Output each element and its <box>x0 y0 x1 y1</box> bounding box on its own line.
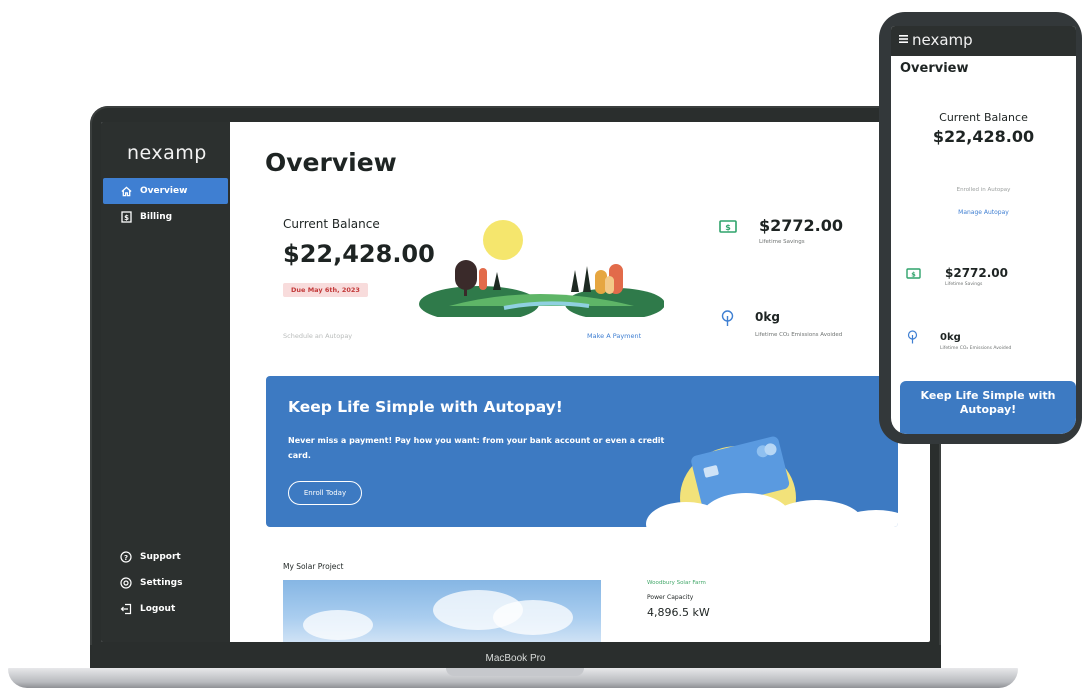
power-capacity-label: Power Capacity <box>647 594 694 601</box>
phone-screen: nexamp Overview Current Balance $22,428.… <box>891 26 1076 434</box>
phone-savings-label: Lifetime Savings <box>945 282 983 287</box>
svg-text:$: $ <box>911 271 916 279</box>
svg-text:$: $ <box>725 223 731 232</box>
phone-co2-value: 0kg <box>940 332 961 343</box>
tree-icon <box>721 310 734 326</box>
laptop-notch <box>446 668 584 676</box>
solar-site-name[interactable]: Woodbury Solar Farm <box>647 580 706 586</box>
banner-body: Never miss a payment! Pay how you want: … <box>288 436 665 460</box>
solar-project-photo <box>283 580 601 642</box>
phone-co2-label: Lifetime CO₂ Emissions Avoided <box>940 346 1012 351</box>
phone-savings-value: $2772.00 <box>945 266 1009 280</box>
money-icon: $ <box>719 220 737 233</box>
laptop-screen: nexamp Overview $ Billing ? Support Sett… <box>101 122 930 642</box>
lifetime-savings-value: $2772.00 <box>759 216 844 235</box>
power-capacity-value: 4,896.5 kW <box>647 606 710 619</box>
phone-topbar: nexamp <box>891 26 1076 56</box>
money-icon: $ <box>906 268 921 279</box>
help-icon: ? <box>119 550 133 564</box>
sidebar-item-billing[interactable]: $ Billing <box>103 204 228 230</box>
sidebar-item-settings[interactable]: Settings <box>103 570 228 596</box>
current-balance-label: Current Balance <box>283 217 380 231</box>
sidebar-item-label: Support <box>140 552 181 562</box>
autopay-enrolled-text: Enrolled in Autopay <box>956 187 1011 193</box>
sidebar-item-label: Settings <box>140 578 183 588</box>
landscape-illustration <box>419 220 664 317</box>
solar-project-label: My Solar Project <box>283 562 344 571</box>
page-title: Overview <box>265 148 397 177</box>
sidebar-item-label: Overview <box>140 186 188 196</box>
co2-avoided-value: 0kg <box>755 310 780 324</box>
manage-autopay-link[interactable]: Manage Autopay <box>891 209 1076 216</box>
hamburger-menu-icon[interactable] <box>899 35 908 43</box>
logout-icon <box>119 602 133 616</box>
sidebar-item-logout[interactable]: Logout <box>103 596 228 622</box>
sidebar: nexamp Overview $ Billing ? Support Sett… <box>101 122 230 642</box>
co2-avoided-label: Lifetime CO₂ Emissions Avoided <box>755 332 843 338</box>
make-payment-link[interactable]: Make A Payment <box>587 332 641 340</box>
credit-card-illustration <box>646 436 898 527</box>
tree-icon <box>907 330 918 344</box>
sidebar-item-label: Billing <box>140 212 173 222</box>
nexamp-logo[interactable]: nexamp <box>912 31 973 49</box>
phone-page-title: Overview <box>900 61 969 76</box>
phone-balance-label: Current Balance <box>939 111 1028 124</box>
svg-text:?: ? <box>124 554 128 562</box>
banner-title: Keep Life Simple with Autopay! <box>288 398 563 416</box>
autopay-banner: Keep Life Simple with Autopay! Never mis… <box>266 376 898 527</box>
current-balance-amount: $22,428.00 <box>283 240 435 268</box>
phone-autopay-banner[interactable]: Keep Life Simple with Autopay! <box>900 381 1076 434</box>
lifetime-savings-label: Lifetime Savings <box>759 239 805 245</box>
enroll-today-button[interactable]: Enroll Today <box>288 481 362 505</box>
sidebar-item-label: Logout <box>140 604 176 614</box>
due-date-badge: Due May 6th, 2023 <box>283 283 368 297</box>
schedule-autopay-link[interactable]: Schedule an Autopay <box>283 332 352 340</box>
home-icon <box>119 184 133 198</box>
billing-icon: $ <box>119 210 133 224</box>
phone-balance-amount: $22,428.00 <box>932 127 1035 146</box>
phone-banner-title: Keep Life Simple with Autopay! <box>920 389 1056 416</box>
sidebar-item-support[interactable]: ? Support <box>103 544 228 570</box>
laptop-brand-label: MacBook Pro <box>485 653 546 664</box>
sidebar-item-overview[interactable]: Overview <box>103 178 228 204</box>
nexamp-logo[interactable]: nexamp <box>127 142 207 164</box>
svg-text:$: $ <box>124 214 129 222</box>
gear-icon <box>119 576 133 590</box>
